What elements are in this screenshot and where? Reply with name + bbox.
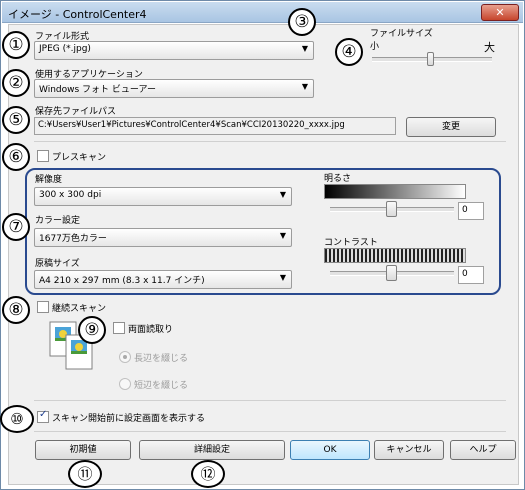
callout-9: ⑨	[78, 316, 106, 344]
callout-2: ②	[2, 69, 30, 97]
chevron-down-icon: ▼	[279, 273, 286, 282]
contrast-label: コントラスト	[324, 238, 378, 248]
callout-11: ⑪	[68, 460, 102, 488]
save-path-label: 保存先ファイルパス	[35, 107, 117, 117]
chevron-down-icon: ▼	[301, 44, 308, 53]
file-size-slider-thumb[interactable]	[427, 52, 434, 66]
brightness-gradient	[324, 184, 466, 199]
help-button[interactable]: ヘルプ	[450, 440, 516, 460]
doc-size-value: A4 210 x 297 mm (8.3 x 11.7 インチ)	[39, 276, 205, 286]
close-button[interactable]: ✕	[481, 4, 519, 21]
long-edge-label: 長辺を綴じる	[134, 354, 189, 364]
continuous-scan-checkbox[interactable]	[37, 301, 49, 313]
contrast-value-field[interactable]: 0	[458, 266, 484, 284]
long-edge-radio[interactable]	[119, 351, 131, 363]
divider	[34, 400, 506, 401]
chevron-down-icon: ▼	[279, 190, 286, 199]
callout-3: ③	[288, 8, 316, 36]
app-select[interactable]: Windows フォト ビューアー ▼	[34, 79, 314, 98]
file-size-label: ファイルサイズ	[370, 29, 433, 39]
resolution-value: 300 x 300 dpi	[39, 190, 102, 200]
callout-7: ⑦	[2, 213, 30, 241]
prescan-checkbox[interactable]	[37, 150, 49, 162]
short-edge-radio[interactable]	[119, 378, 131, 390]
callout-6: ⑥	[2, 143, 30, 171]
change-path-button[interactable]: 変更	[406, 117, 496, 137]
window-title: イメージ - ControlCenter4	[8, 8, 147, 21]
color-label: カラー設定	[35, 216, 81, 226]
color-select[interactable]: 1677万色カラー ▼	[34, 228, 292, 247]
callout-10: ⑩	[0, 405, 34, 433]
advanced-settings-button[interactable]: 詳細設定	[139, 440, 285, 460]
short-edge-label: 短辺を綴じる	[134, 381, 189, 391]
contrast-value: 0	[462, 269, 468, 279]
continuous-scan-label: 継続スキャン	[52, 304, 107, 314]
show-settings-label: スキャン開始前に設定画面を表示する	[52, 414, 206, 424]
resolution-label: 解像度	[35, 175, 63, 185]
callout-5: ⑤	[2, 106, 30, 134]
save-path-field: C:¥Users¥User1¥Pictures¥ControlCenter4¥S…	[34, 117, 396, 135]
duplex-label: 両面読取り	[128, 325, 174, 335]
callout-8: ⑧	[2, 296, 30, 324]
prescan-label: プレスキャン	[52, 153, 107, 163]
brightness-value: 0	[462, 205, 468, 215]
callout-1: ①	[2, 31, 30, 59]
doc-size-select[interactable]: A4 210 x 297 mm (8.3 x 11.7 インチ) ▼	[34, 270, 292, 289]
file-format-select[interactable]: JPEG (*.jpg) ▼	[34, 41, 314, 60]
save-path-value: C:¥Users¥User1¥Pictures¥ControlCenter4¥S…	[38, 120, 345, 130]
show-settings-checkbox[interactable]	[37, 409, 49, 423]
cancel-button[interactable]: キャンセル	[374, 440, 444, 460]
file-size-min-label: 小	[370, 42, 380, 52]
file-format-value: JPEG (*.jpg)	[39, 44, 91, 54]
callout-4: ④	[335, 38, 363, 66]
doc-size-label: 原稿サイズ	[35, 259, 80, 269]
ok-button[interactable]: OK	[290, 440, 370, 460]
file-size-max-label: 大	[484, 41, 495, 54]
divider	[34, 141, 506, 142]
defaults-button[interactable]: 初期値	[35, 440, 131, 460]
title-bar[interactable]: イメージ - ControlCenter4 ✕	[2, 2, 523, 23]
color-value: 1677万色カラー	[39, 234, 107, 244]
brightness-value-field[interactable]: 0	[458, 202, 484, 220]
resolution-select[interactable]: 300 x 300 dpi ▼	[34, 187, 292, 206]
callout-12: ⑫	[191, 460, 225, 488]
chevron-down-icon: ▼	[301, 82, 308, 91]
divider	[34, 431, 506, 432]
brightness-label: 明るさ	[324, 174, 352, 184]
contrast-pattern	[324, 248, 466, 263]
contrast-slider-thumb[interactable]	[386, 265, 397, 281]
app-value: Windows フォト ビューアー	[39, 85, 156, 95]
duplex-checkbox[interactable]	[113, 322, 125, 334]
chevron-down-icon: ▼	[279, 231, 286, 240]
brightness-slider-thumb[interactable]	[386, 201, 397, 217]
